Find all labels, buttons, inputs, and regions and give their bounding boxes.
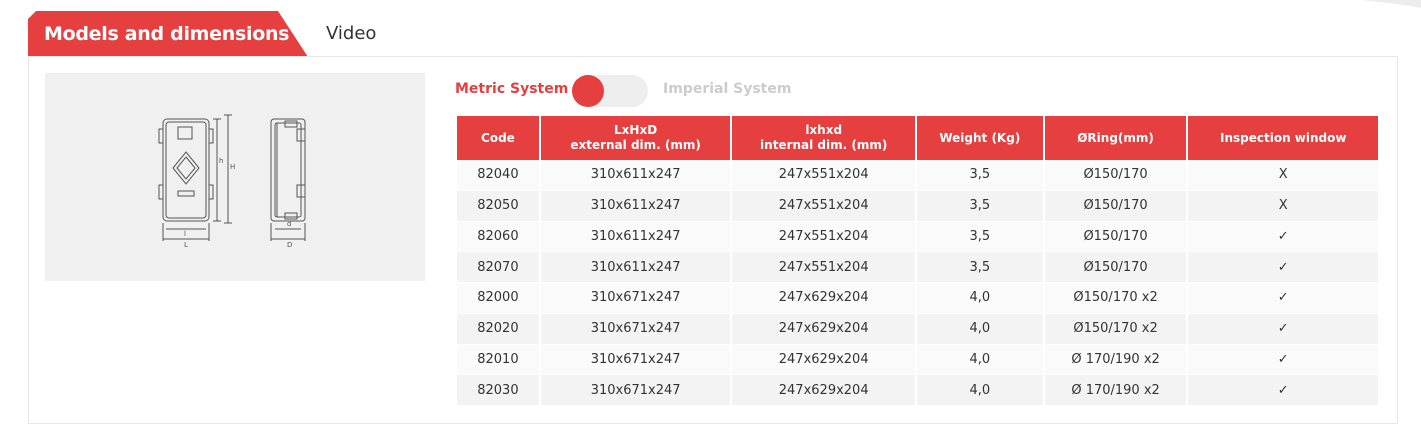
tab-content-panel: l L h H d D Metric System Imperial Syste… (28, 56, 1398, 424)
cell-ring: Ø 170/190 x2 (1044, 344, 1187, 376)
cell-internal-dim: 247x629x204 (732, 375, 915, 406)
cell-code: 82020 (457, 313, 539, 345)
svg-text:D: D (287, 241, 292, 249)
cell-code: 82010 (457, 344, 539, 376)
cell-external-dim: 310x671x247 (540, 375, 731, 406)
cell-external-dim: 310x611x247 (540, 190, 731, 222)
header-code: Code (457, 116, 539, 160)
table-header-row: Code LxHxD external dim. (mm) lxhxd inte… (457, 116, 1378, 160)
table-row: 82000 310x671x247 247x629x204 4,0 Ø150/170 x… (457, 283, 1378, 314)
cell-code: 82050 (457, 190, 539, 222)
header-weight: Weight (Kg) (916, 116, 1043, 160)
cell-internal-dim: 247x629x204 (732, 313, 915, 345)
toggle-knob[interactable] (572, 75, 604, 107)
table-row: 82010 310x671x247 247x629x204 4,0 Ø 170/190 … (457, 344, 1378, 376)
table-row: 82070 310x611x247 247x551x204 3,5 Ø150/170 ✓ (457, 252, 1378, 283)
cell-ring: Ø150/170 x2 (1044, 283, 1187, 314)
cell-ring: Ø150/170 (1044, 221, 1187, 253)
cell-internal-dim: 247x629x204 (732, 344, 915, 376)
cell-internal-dim: 247x551x204 (732, 190, 915, 222)
cell-ring: Ø150/170 (1044, 160, 1187, 191)
top-edge-shadow (1361, 0, 1421, 8)
svg-text:d: d (287, 220, 291, 228)
cell-weight: 4,0 (916, 283, 1043, 314)
svg-text:L: L (184, 241, 188, 249)
metric-system-label[interactable]: Metric System (455, 81, 568, 97)
cell-weight: 4,0 (916, 375, 1043, 406)
cell-code: 82030 (457, 375, 539, 406)
cell-internal-dim: 247x629x204 (732, 283, 915, 314)
cell-internal-dim: 247x551x204 (732, 221, 915, 253)
cell-external-dim: 310x611x247 (540, 221, 731, 253)
cell-external-dim: 310x671x247 (540, 313, 731, 345)
tab-bar: Models and dimensions Video (28, 11, 728, 57)
cell-external-dim: 310x611x247 (540, 160, 731, 191)
cell-internal-dim: 247x551x204 (732, 252, 915, 283)
cell-inspection-window: ✓ (1188, 344, 1378, 376)
cell-weight: 4,0 (916, 313, 1043, 345)
cell-code: 82070 (457, 252, 539, 283)
cell-weight: 3,5 (916, 221, 1043, 253)
cell-inspection-window: X (1188, 190, 1378, 222)
cell-ring: Ø 170/190 x2 (1044, 375, 1187, 406)
table-row: 82050 310x611x247 247x551x204 3,5 Ø150/170 X (457, 190, 1378, 222)
fire-extinguisher-cabinet-drawing-icon: l L h H d D (158, 114, 306, 249)
header-external-dim: LxHxD external dim. (mm) (540, 116, 731, 160)
table-row: 82020 310x671x247 247x629x204 4,0 Ø150/170 x… (457, 313, 1378, 345)
cell-external-dim: 310x611x247 (540, 252, 731, 283)
models-table: Code LxHxD external dim. (mm) lxhxd inte… (455, 116, 1380, 406)
cell-weight: 3,5 (916, 252, 1043, 283)
table-row: 82030 310x671x247 247x629x204 4,0 Ø 170/190 … (457, 375, 1378, 406)
table-row: 82040 310x611x247 247x551x204 3,5 Ø150/170 X (457, 160, 1378, 191)
cell-inspection-window: ✓ (1188, 221, 1378, 253)
cell-external-dim: 310x671x247 (540, 344, 731, 376)
cell-code: 82000 (457, 283, 539, 314)
tab-models-and-dimensions[interactable]: Models and dimensions (28, 11, 308, 57)
cell-ring: Ø150/170 x2 (1044, 313, 1187, 345)
cell-inspection-window: ✓ (1188, 313, 1378, 345)
svg-text:l: l (184, 230, 186, 238)
cell-inspection-window: X (1188, 160, 1378, 191)
cell-ring: Ø150/170 (1044, 252, 1187, 283)
cell-inspection-window: ✓ (1188, 283, 1378, 314)
cell-external-dim: 310x671x247 (540, 283, 731, 314)
cell-code: 82060 (457, 221, 539, 253)
cell-code: 82040 (457, 160, 539, 191)
cell-weight: 3,5 (916, 160, 1043, 191)
svg-text:h: h (219, 157, 223, 165)
product-drawing: l L h H d D (45, 73, 425, 281)
table-body: 82040 310x611x247 247x551x204 3,5 Ø150/170 X 8… (457, 160, 1378, 406)
cell-internal-dim: 247x551x204 (732, 160, 915, 191)
units-toggle-switch[interactable] (572, 75, 648, 107)
cell-weight: 3,5 (916, 190, 1043, 222)
table-row: 82060 310x611x247 247x551x204 3,5 Ø150/170 ✓ (457, 221, 1378, 253)
header-internal-dim: lxhxd internal dim. (mm) (732, 116, 915, 160)
header-ring: ØRing(mm) (1044, 116, 1187, 160)
cell-inspection-window: ✓ (1188, 375, 1378, 406)
tab-video[interactable]: Video (326, 11, 376, 57)
cell-weight: 4,0 (916, 344, 1043, 376)
units-toggle-row: Metric System Imperial System (455, 75, 955, 107)
imperial-system-label[interactable]: Imperial System (663, 81, 791, 97)
svg-text:H: H (230, 163, 235, 171)
cell-ring: Ø150/170 (1044, 190, 1187, 222)
header-inspection-window: Inspection window (1188, 116, 1378, 160)
cell-inspection-window: ✓ (1188, 252, 1378, 283)
